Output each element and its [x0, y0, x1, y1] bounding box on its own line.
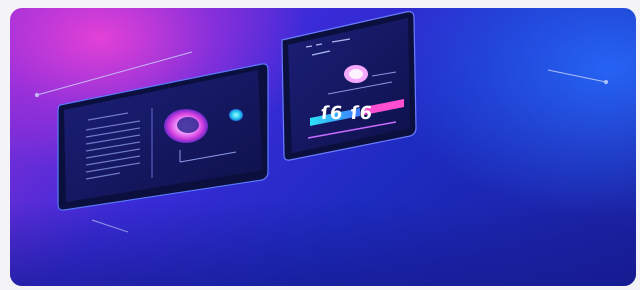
decor-dot — [34, 92, 40, 98]
isometric-devices-illustration — [34, 11, 609, 233]
headline-text: ſ6 ſ6 — [319, 103, 375, 124]
decor-line — [547, 69, 607, 83]
decor-line — [91, 219, 129, 233]
top-middle-tablet — [281, 11, 417, 161]
decor-dot — [603, 79, 609, 85]
left-tablet — [57, 63, 269, 211]
dot-icon — [229, 109, 243, 121]
